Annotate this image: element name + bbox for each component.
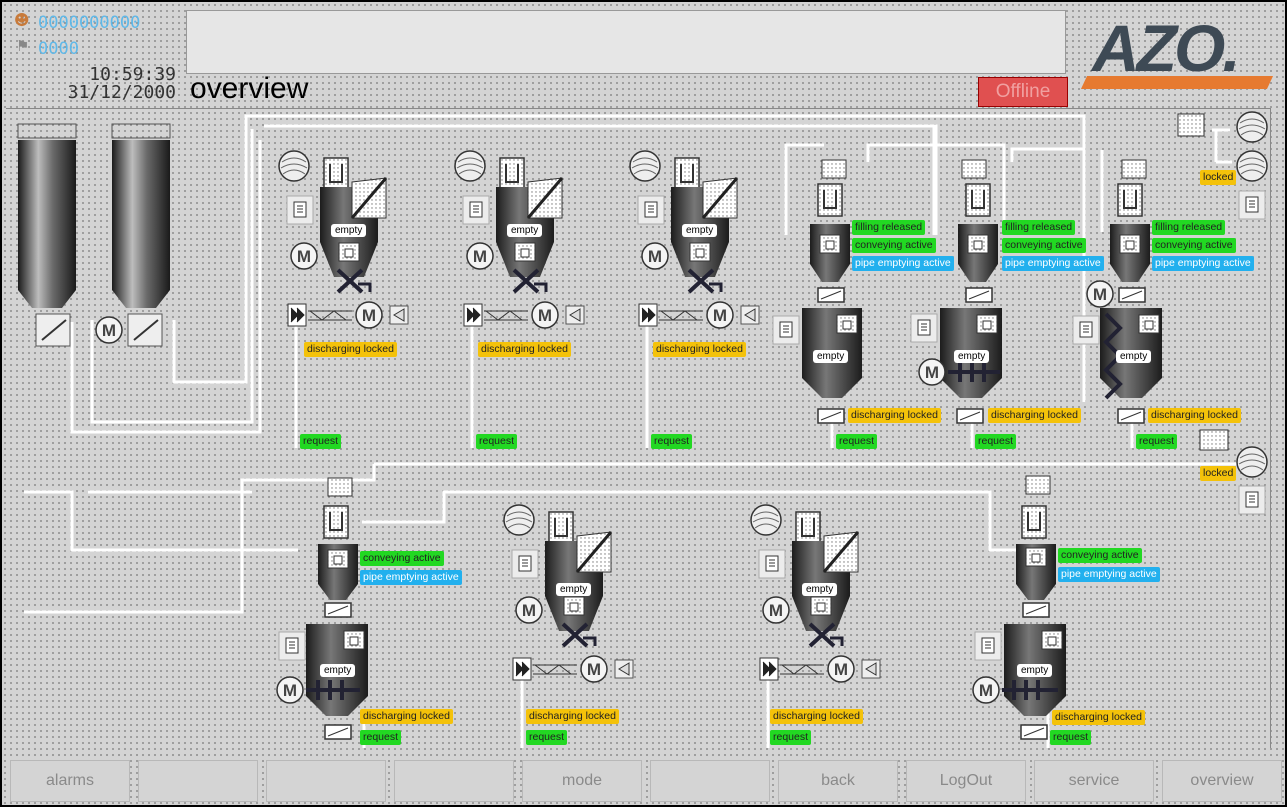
status-discharging-locked: discharging locked xyxy=(304,342,397,357)
alarms-button[interactable]: alarms xyxy=(10,760,130,802)
status-request: request xyxy=(836,434,878,449)
status-conveying-active: conveying active xyxy=(360,551,444,566)
footer-button-2[interactable] xyxy=(138,760,258,802)
fill-level-label: empty xyxy=(682,224,718,237)
status-discharging-locked: discharging locked xyxy=(526,709,619,724)
status-conveying-active: conveying active xyxy=(1058,548,1142,563)
status-discharging-locked: discharging locked xyxy=(653,342,746,357)
status-request: request xyxy=(1136,434,1178,449)
status-request: request xyxy=(651,434,693,449)
status-request: request xyxy=(1050,730,1092,745)
status-pipe-emptying-active: pipe emptying active xyxy=(852,256,954,271)
container-station-5 xyxy=(972,475,1066,740)
status-conveying-active: conveying active xyxy=(1152,238,1236,253)
container-station-2 xyxy=(910,159,1002,424)
silo-1 xyxy=(17,123,77,347)
bag-station-2 xyxy=(455,151,584,328)
status-request: request xyxy=(360,730,402,745)
status-discharging-locked: discharging locked xyxy=(1148,408,1241,423)
service-button[interactable]: service xyxy=(1034,760,1154,802)
status-discharging-locked: discharging locked xyxy=(478,342,571,357)
container-station-3 xyxy=(1072,159,1162,424)
fill-level-label: empty xyxy=(802,583,838,596)
right-valve-1 xyxy=(1177,113,1205,137)
bag-station-3 xyxy=(630,151,759,328)
status-pipe-emptying-active: pipe emptying active xyxy=(360,570,462,585)
status-conveying-active: conveying active xyxy=(1002,238,1086,253)
fill-level-label: empty xyxy=(331,224,367,237)
footer-button-3[interactable] xyxy=(266,760,386,802)
status-conveying-active: conveying active xyxy=(852,238,936,253)
plant-diagram: M xyxy=(17,111,1268,748)
overview-button[interactable]: overview xyxy=(1162,760,1282,802)
fill-level-label: empty xyxy=(813,350,849,363)
bag-station-1 xyxy=(278,150,409,329)
hmi-screen: ☻ 0000000000 ⚑ 0000 10:59:39 31/12/2000 … xyxy=(0,0,1287,807)
status-request: request xyxy=(975,434,1017,449)
filter-right-2 xyxy=(1236,150,1268,182)
logout-button[interactable]: LogOut xyxy=(906,760,1026,802)
fill-level-label: empty xyxy=(954,350,990,363)
fill-level-label: empty xyxy=(507,224,543,237)
filter-right-1 xyxy=(1236,111,1268,143)
status-filling-released: filling released xyxy=(1002,220,1076,235)
status-pipe-emptying-active: pipe emptying active xyxy=(1058,567,1160,582)
back-button[interactable]: back xyxy=(778,760,898,802)
status-request: request xyxy=(770,730,812,745)
status-discharging-locked: discharging locked xyxy=(848,408,941,423)
doc-right-1 xyxy=(1238,190,1266,220)
status-filling-released: filling released xyxy=(852,220,926,235)
status-request: request xyxy=(476,434,518,449)
fill-level-label: empty xyxy=(556,583,592,596)
fill-level-label: empty xyxy=(1116,350,1152,363)
status-discharging-locked: discharging locked xyxy=(988,408,1081,423)
footer-button-4[interactable] xyxy=(394,760,514,802)
status-discharging-locked: discharging locked xyxy=(360,709,453,724)
status-discharging-locked: discharging locked xyxy=(770,709,863,724)
fill-level-label: empty xyxy=(320,664,356,677)
status-filling-released: filling released xyxy=(1152,220,1226,235)
filter-right-3 xyxy=(1236,446,1268,478)
status-pipe-emptying-active: pipe emptying active xyxy=(1152,256,1254,271)
fill-level-label: empty xyxy=(1017,664,1053,677)
status-pipe-emptying-active: pipe emptying active xyxy=(1002,256,1104,271)
status-request: request xyxy=(526,730,568,745)
status-discharging-locked: discharging locked xyxy=(1052,710,1145,725)
mode-button[interactable]: mode xyxy=(522,760,642,802)
doc-right-2 xyxy=(1238,485,1266,515)
status-locked: locked xyxy=(1200,170,1237,185)
silo-2 xyxy=(95,123,171,347)
container-station-4 xyxy=(276,477,368,740)
status-locked: locked xyxy=(1200,466,1237,481)
right-valve-2 xyxy=(1199,429,1229,451)
status-request: request xyxy=(300,434,342,449)
footer-button-6[interactable] xyxy=(650,760,770,802)
